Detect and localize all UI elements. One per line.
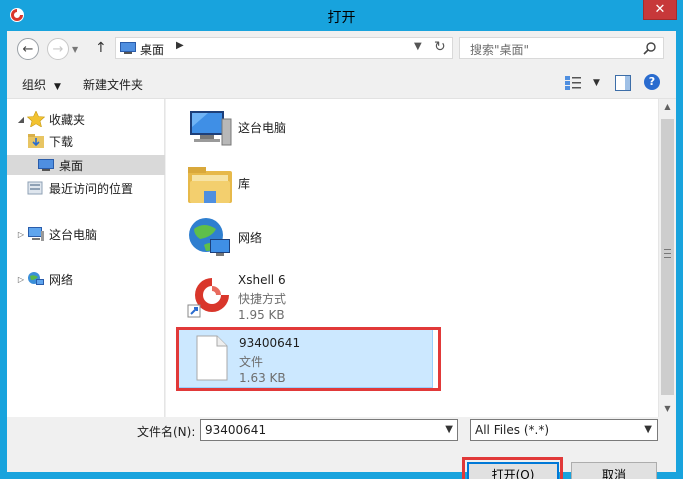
navigation-pane: ◢ 收藏夹 下载 桌面 最近访问的位置 ▷ 这台电脑 ▷ 网络 <box>7 99 165 417</box>
cancel-button[interactable]: 取消 <box>571 462 657 479</box>
network-globe-icon <box>189 218 230 256</box>
file-name: 这台电脑 <box>238 121 287 135</box>
sidebar-item-downloads[interactable]: 下载 <box>27 131 165 151</box>
address-history-dropdown-icon[interactable]: ▼ <box>414 41 422 52</box>
file-type: 快捷方式 <box>238 292 287 306</box>
file-size: 1.95 KB <box>238 308 285 322</box>
list-item-library[interactable]: 库 <box>178 157 434 213</box>
breadcrumb-chevron-icon[interactable]: ▶ <box>176 40 184 51</box>
file-name: 网络 <box>238 231 263 245</box>
change-view-icon[interactable] <box>564 75 582 91</box>
preview-pane-icon[interactable] <box>615 75 631 91</box>
search-box[interactable]: 搜索"桌面" <box>459 37 664 59</box>
computer-icon <box>28 227 44 241</box>
library-folder-icon <box>188 167 232 203</box>
chevron-down-icon[interactable]: ▼ <box>644 424 652 435</box>
chevron-down-icon: ▼ <box>54 82 61 92</box>
window-title: 打开 <box>327 10 356 26</box>
back-button[interactable]: ← <box>17 38 39 60</box>
filename-label: 文件名(N): <box>137 425 196 439</box>
download-folder-icon <box>28 134 44 148</box>
expand-icon[interactable]: ▷ <box>15 230 27 239</box>
list-item-xshell-shortcut[interactable]: Xshell 6 快捷方式 1.95 KB <box>178 267 434 323</box>
expand-icon[interactable]: ▷ <box>15 275 27 284</box>
sidebar-item-this-pc[interactable]: ▷ 这台电脑 <box>15 224 165 244</box>
open-button[interactable]: 打开(O) <box>467 462 559 479</box>
xshell-shortcut-icon <box>187 278 229 318</box>
selected-file-highlight <box>176 327 441 391</box>
star-icon <box>27 111 45 127</box>
scrollbar-thumb[interactable] <box>661 119 674 395</box>
search-placeholder[interactable]: 搜索"桌面" <box>470 41 529 58</box>
sidebar-item-label: 网络 <box>49 272 74 287</box>
collapse-icon[interactable]: ◢ <box>15 115 27 124</box>
sidebar-item-label: 下载 <box>49 134 74 149</box>
grip-icon <box>664 249 671 258</box>
dialog-client: ← → ▼ ↑ 桌面 ▶ ▼ ↻ 搜索"桌面" 组织 ▼ 新建文件夹 ▼ ? ◢… <box>7 31 676 479</box>
desktop-icon <box>120 42 136 54</box>
chevron-down-icon[interactable]: ▼ <box>445 424 453 435</box>
organize-label: 组织 <box>22 78 47 92</box>
address-location[interactable]: 桌面 <box>140 41 164 58</box>
close-button[interactable]: ✕ <box>643 0 677 20</box>
command-toolbar: 组织 ▼ 新建文件夹 ▼ ? <box>7 67 676 99</box>
dialog-footer: 文件名(N): 93400641 ▼ All Files (*.*) ▼ 打开(… <box>7 417 676 479</box>
forward-button[interactable]: → <box>47 38 69 60</box>
file-list-pane: 这台电脑 库 网络 Xshell 6 快捷方式 1.95 KB 93400641… <box>166 99 658 417</box>
new-folder-button[interactable]: 新建文件夹 <box>83 76 143 93</box>
filename-input-value[interactable]: 93400641 <box>205 423 266 437</box>
vertical-scrollbar[interactable]: ▲ ▼ <box>658 99 676 417</box>
navigation-row: ← → ▼ ↑ 桌面 ▶ ▼ ↻ 搜索"桌面" <box>7 31 676 67</box>
recent-places-icon <box>27 181 43 195</box>
desktop-icon <box>38 159 54 171</box>
sidebar-item-network[interactable]: ▷ 网络 <box>15 269 165 289</box>
view-options-dropdown-icon[interactable]: ▼ <box>593 78 600 88</box>
scroll-up-icon[interactable]: ▲ <box>659 99 676 115</box>
filename-combobox[interactable]: 93400641 ▼ <box>200 419 458 441</box>
computer-icon <box>190 111 232 146</box>
back-arrow-icon: ← <box>22 41 34 57</box>
scroll-down-icon[interactable]: ▼ <box>659 401 676 417</box>
network-icon <box>28 272 44 285</box>
sidebar-item-label: 这台电脑 <box>49 227 98 242</box>
sidebar-item-desktop[interactable]: 桌面 <box>7 155 165 175</box>
file-name: Xshell 6 <box>238 273 286 287</box>
title-bar[interactable]: 打开 ✕ <box>0 0 683 31</box>
address-bar[interactable]: 桌面 ▶ ▼ ↻ <box>115 37 453 59</box>
up-level-icon[interactable]: ↑ <box>95 40 107 56</box>
sidebar-item-label: 桌面 <box>59 158 84 173</box>
sidebar-item-label: 最近访问的位置 <box>49 181 134 196</box>
file-type-filter-select[interactable]: All Files (*.*) ▼ <box>470 419 658 441</box>
organize-menu-button[interactable]: 组织 ▼ <box>22 76 61 93</box>
open-dialog-window: 打开 ✕ ← → ▼ ↑ 桌面 ▶ ▼ ↻ 搜索"桌面" 组织 ▼ 新建文件夹 … <box>0 0 683 479</box>
sidebar-item-recent-places[interactable]: 最近访问的位置 <box>27 178 165 198</box>
sidebar-item-label: 收藏夹 <box>49 112 86 127</box>
forward-arrow-icon: → <box>52 41 64 57</box>
file-name: 库 <box>238 177 251 191</box>
list-item-network[interactable]: 网络 <box>178 211 434 267</box>
recent-locations-dropdown-icon[interactable]: ▼ <box>72 45 78 54</box>
refresh-icon[interactable]: ↻ <box>434 39 446 55</box>
help-icon[interactable]: ? <box>644 74 660 90</box>
search-icon[interactable] <box>643 41 657 55</box>
list-item-this-pc[interactable]: 这台电脑 <box>178 101 434 157</box>
sidebar-item-favorites[interactable]: ◢ 收藏夹 <box>15 109 165 129</box>
file-type-filter-value[interactable]: All Files (*.*) <box>475 423 549 437</box>
